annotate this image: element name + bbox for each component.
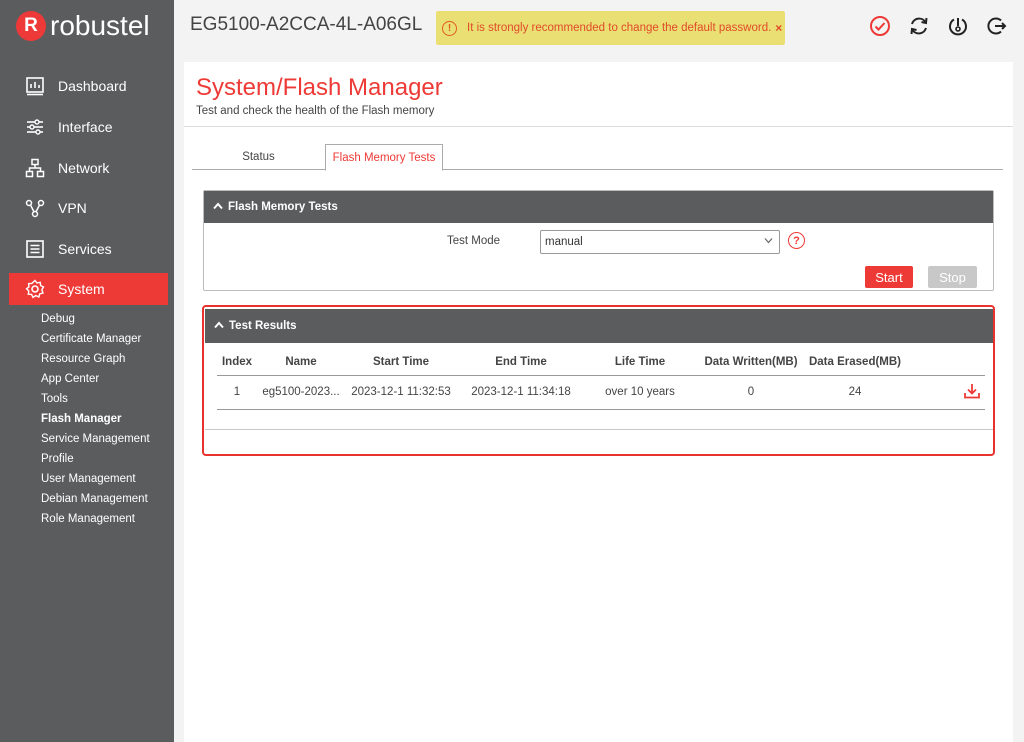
- tab-bar: Status Flash Memory Tests: [192, 144, 1003, 171]
- cell-data-erased: 24: [807, 375, 903, 410]
- flash-memory-tests-panel: Flash Memory Tests Test Mode manual ? St…: [203, 190, 994, 291]
- dashboard-icon: [24, 75, 46, 97]
- vpn-icon: [24, 197, 46, 219]
- sidebar-item-label: Services: [58, 241, 112, 258]
- sidebar-item-system[interactable]: System: [9, 273, 168, 306]
- download-icon[interactable]: [963, 382, 981, 403]
- sidebar: Dashboard Interface Network VPN Services…: [0, 52, 174, 742]
- sidebar-item-label: Dashboard: [58, 78, 127, 94]
- chevron-down-icon: [764, 236, 773, 247]
- table-footer-divider: [205, 429, 993, 430]
- cell-data-written: 0: [695, 375, 807, 410]
- warning-text: It is strongly recommended to change the…: [467, 22, 772, 34]
- test-results-panel: Test Results Index Name Start Time End T…: [205, 309, 993, 454]
- page-title: System/Flash Manager: [196, 74, 443, 101]
- column-header-end-time: End Time: [457, 349, 585, 376]
- sliders-icon: [24, 116, 46, 138]
- sidebar-item-vpn[interactable]: VPN: [0, 188, 174, 228]
- chevron-up-icon: [214, 320, 224, 332]
- submenu-item-role-management[interactable]: Role Management: [0, 509, 174, 529]
- table-header-row: Index Name Start Time End Time Life Time…: [217, 349, 985, 376]
- submenu-item-tools[interactable]: Tools: [0, 389, 174, 409]
- cell-index: 1: [217, 375, 257, 410]
- reboot-icon[interactable]: [947, 15, 969, 37]
- cell-life-time: over 10 years: [585, 375, 695, 410]
- title-divider: [184, 126, 1013, 127]
- sidebar-item-label: System: [58, 281, 105, 298]
- system-submenu: Debug Certificate Manager Resource Graph…: [0, 309, 174, 529]
- submenu-item-certificate-manager[interactable]: Certificate Manager: [0, 329, 174, 349]
- header-actions: [869, 15, 1008, 37]
- logout-icon[interactable]: [986, 15, 1008, 37]
- cell-name: eg5100-2023...: [257, 375, 345, 410]
- submenu-item-debian-management[interactable]: Debian Management: [0, 489, 174, 509]
- services-icon: [24, 238, 46, 260]
- cell-start-time: 2023-12-1 11:32:53: [345, 375, 457, 410]
- logo-text: robustel: [50, 10, 150, 41]
- brand-logo[interactable]: R robustel: [0, 0, 174, 52]
- sidebar-item-services[interactable]: Services: [0, 229, 174, 269]
- tab-flash-memory-tests[interactable]: Flash Memory Tests: [325, 144, 443, 171]
- column-header-life-time: Life Time: [585, 349, 695, 376]
- submenu-item-app-center[interactable]: App Center: [0, 369, 174, 389]
- warning-icon: !: [442, 20, 457, 36]
- submenu-item-debug[interactable]: Debug: [0, 309, 174, 329]
- sidebar-item-network[interactable]: Network: [0, 148, 174, 188]
- column-header-data-erased: Data Erased(MB): [807, 349, 903, 376]
- test-mode-label: Test Mode: [447, 235, 501, 247]
- help-icon[interactable]: ?: [788, 232, 805, 249]
- column-header-name: Name: [257, 349, 345, 376]
- stop-button[interactable]: Stop: [928, 266, 977, 288]
- column-header-actions: [903, 349, 985, 376]
- submenu-item-user-management[interactable]: User Management: [0, 469, 174, 489]
- cell-end-time: 2023-12-1 11:34:18: [457, 375, 585, 410]
- column-header-start-time: Start Time: [345, 349, 457, 376]
- cell-actions: [903, 375, 985, 410]
- device-title: EG5100-A2CCA-4L-A06GL: [190, 14, 423, 35]
- panel-header[interactable]: Flash Memory Tests: [204, 191, 993, 223]
- chevron-up-icon: [213, 201, 223, 213]
- page-subtitle: Test and check the health of the Flash m…: [196, 105, 435, 117]
- panel-title: Test Results: [229, 320, 297, 332]
- panel-title: Flash Memory Tests: [228, 201, 338, 213]
- sidebar-item-dashboard[interactable]: Dashboard: [0, 66, 174, 106]
- main-content: System/Flash Manager Test and check the …: [184, 62, 1013, 742]
- submenu-item-service-management[interactable]: Service Management: [0, 429, 174, 449]
- test-mode-select[interactable]: manual: [540, 230, 780, 254]
- warning-close-button[interactable]: ×: [775, 21, 782, 35]
- sidebar-item-label: Network: [58, 159, 110, 176]
- refresh-icon[interactable]: [908, 15, 930, 37]
- gear-icon: [24, 278, 46, 300]
- submenu-item-profile[interactable]: Profile: [0, 449, 174, 469]
- password-warning-banner: ! It is strongly recommended to change t…: [436, 11, 785, 45]
- table-row: 1 eg5100-2023... 2023-12-1 11:32:53 2023…: [217, 375, 985, 410]
- logo-mark-icon: R: [16, 11, 46, 41]
- check-circle-icon[interactable]: [869, 15, 891, 37]
- start-button[interactable]: Start: [865, 266, 913, 288]
- test-mode-value: manual: [545, 236, 583, 248]
- top-header: R robustel EG5100-A2CCA-4L-A06GL ! It is…: [0, 0, 1024, 52]
- column-header-index: Index: [217, 349, 257, 376]
- submenu-item-resource-graph[interactable]: Resource Graph: [0, 349, 174, 369]
- tab-status[interactable]: Status: [192, 144, 325, 170]
- sidebar-item-label: Interface: [58, 118, 113, 135]
- submenu-item-flash-manager[interactable]: Flash Manager: [0, 409, 174, 429]
- network-icon: [24, 157, 46, 179]
- results-table: Index Name Start Time End Time Life Time…: [217, 349, 985, 410]
- sidebar-item-label: VPN: [58, 200, 87, 217]
- column-header-data-written: Data Written(MB): [695, 349, 807, 376]
- panel-header[interactable]: Test Results: [205, 309, 993, 343]
- sidebar-item-interface[interactable]: Interface: [0, 107, 174, 147]
